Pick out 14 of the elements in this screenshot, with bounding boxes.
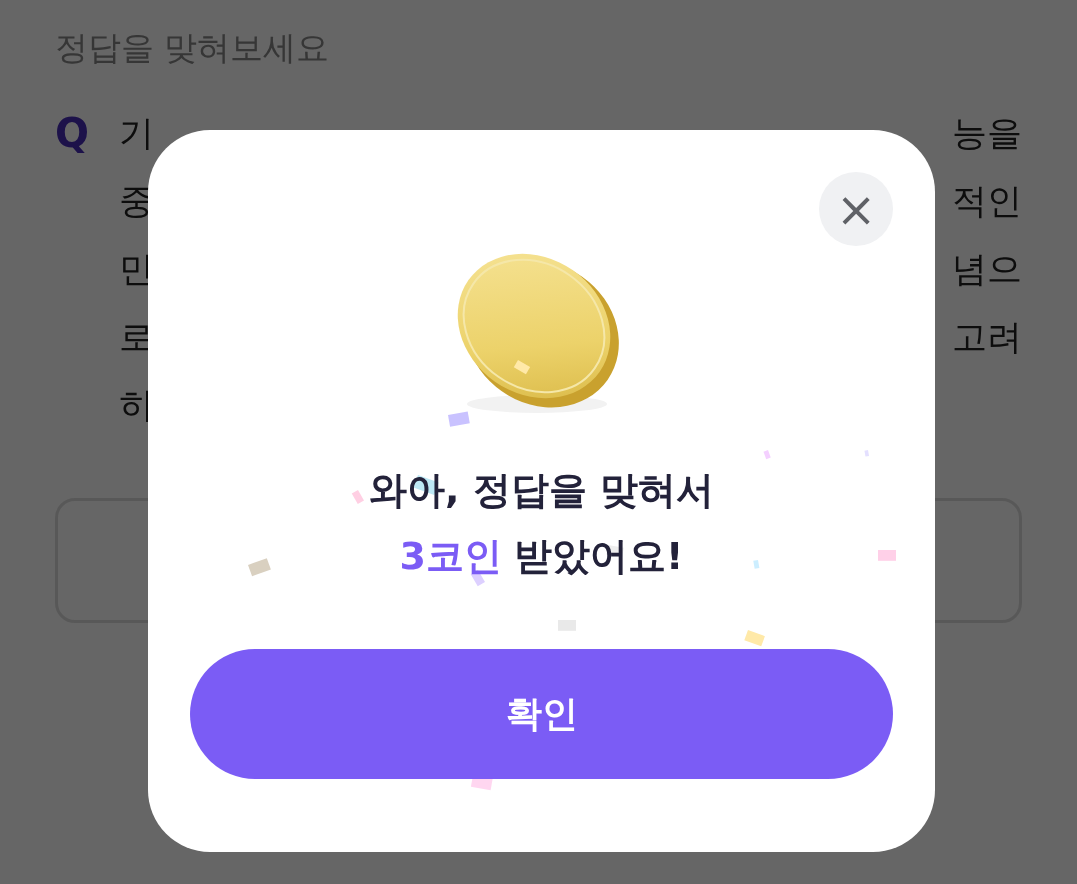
question-text: 민 xyxy=(119,248,154,291)
message-text: 받았어요! xyxy=(514,533,684,580)
question-text: 히 xyxy=(119,384,154,427)
message-text: 와아, 정답을 맞혀서 xyxy=(369,467,714,514)
question-mark: Q xyxy=(55,109,89,158)
question-text: 로 xyxy=(119,316,154,359)
question-text: 적인 xyxy=(952,180,1022,223)
close-button[interactable]: × xyxy=(819,172,893,246)
question-text: 념으 xyxy=(952,248,1022,291)
question-text: 기 xyxy=(119,112,154,155)
confirm-button[interactable]: 확인 xyxy=(190,649,893,779)
question-text: 능을 xyxy=(952,112,1022,155)
reward-amount: 3코인 xyxy=(399,533,503,580)
question-text: 고려 xyxy=(952,316,1022,359)
